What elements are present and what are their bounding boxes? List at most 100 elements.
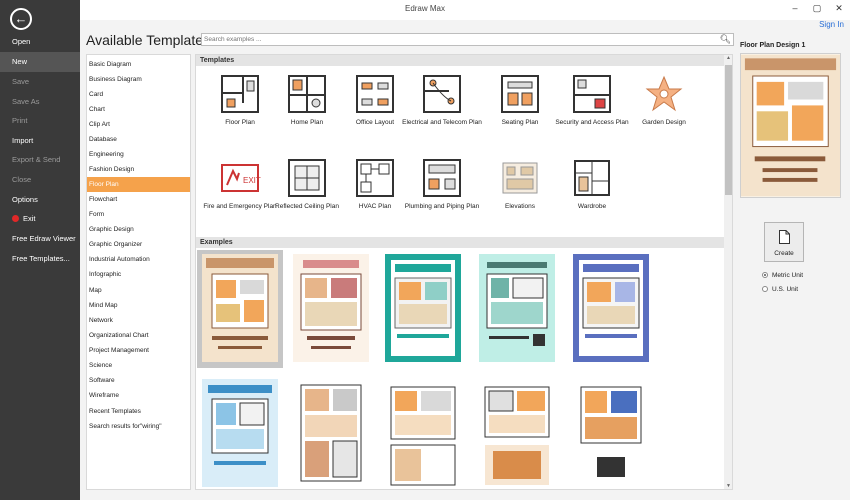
category-item[interactable]: Engineering — [87, 147, 190, 162]
sidebar-item-options[interactable]: Options — [0, 190, 80, 210]
floor-plan-example-image — [573, 254, 649, 362]
seating-plan-icon — [501, 75, 539, 113]
scrollbar-thumb[interactable] — [725, 65, 732, 195]
category-item[interactable]: Recent Templates — [87, 404, 190, 419]
example-thumbnail[interactable] — [474, 250, 560, 368]
sidebar-item-save-as[interactable]: Save As — [0, 92, 80, 112]
minimize-button[interactable]: – — [784, 0, 806, 20]
template-label: Wardrobe — [577, 203, 607, 210]
window-title: Edraw Max — [404, 4, 445, 13]
category-item[interactable]: Project Management — [87, 343, 190, 358]
category-item[interactable]: Infographic — [87, 267, 190, 282]
preview-image — [741, 54, 840, 197]
security-plan-icon — [573, 75, 611, 113]
sign-in-link[interactable]: Sign In — [819, 20, 844, 29]
search-icon[interactable]: 🔍︎ — [720, 34, 731, 45]
floor-plan-example-image — [385, 379, 461, 487]
category-item[interactable]: Search results for"wiring" — [87, 419, 190, 434]
scroll-down-icon[interactable]: ▼ — [724, 483, 732, 489]
category-item[interactable]: Clip Art — [87, 117, 190, 132]
preview-title: Floor Plan Design 1 — [740, 42, 806, 49]
search-input[interactable] — [204, 34, 719, 45]
radio-unselected-icon — [762, 286, 768, 292]
create-label: Create — [774, 250, 794, 257]
edraw-max-window: Edraw Max – ▢ ✕ Sign In ← Open New Save … — [0, 0, 850, 500]
example-thumbnail[interactable] — [288, 375, 374, 489]
plumbing-plan-icon — [423, 159, 461, 197]
category-item[interactable]: Graphic Organizer — [87, 237, 190, 252]
metric-unit-radio[interactable]: Metric Unit — [762, 272, 803, 279]
exit-label: Exit — [23, 214, 36, 223]
sidebar-item-free-templates[interactable]: Free Templates... — [0, 249, 80, 269]
scroll-up-icon[interactable]: ▲ — [724, 55, 732, 61]
template-plumbing-piping[interactable]: Plumbing and Piping Plan — [398, 153, 486, 231]
fire-exit-icon: EXIT — [221, 164, 261, 192]
garden-design-icon — [645, 75, 683, 112]
category-item[interactable]: Fashion Design — [87, 162, 190, 177]
floor-plan-example-image — [479, 379, 555, 487]
sidebar-item-close[interactable]: Close — [0, 170, 80, 190]
templates-section-header: Templates — [196, 55, 724, 66]
ceiling-plan-icon — [288, 159, 326, 197]
example-thumbnail[interactable] — [380, 250, 466, 368]
category-item[interactable]: Flowchart — [87, 192, 190, 207]
template-gallery: Templates Floor Plan Home Plan Office La… — [195, 54, 733, 490]
category-list: Basic Diagram Business Diagram Card Char… — [86, 54, 191, 490]
gallery-scrollbar[interactable]: ▲ ▼ — [724, 55, 732, 489]
category-item[interactable]: Software — [87, 373, 190, 388]
examples-section-header: Examples — [196, 237, 724, 248]
sidebar-item-import[interactable]: Import — [0, 131, 80, 151]
floor-plan-example-image — [202, 254, 278, 362]
category-item[interactable]: Graphic Design — [87, 222, 190, 237]
search-box[interactable]: 🔍︎ — [201, 33, 734, 46]
category-item[interactable]: Form — [87, 207, 190, 222]
example-thumbnail[interactable] — [288, 250, 374, 368]
category-item[interactable]: Wireframe — [87, 388, 190, 403]
sidebar-item-exit[interactable]: Exit — [0, 209, 80, 229]
template-label: Plumbing and Piping Plan — [404, 203, 480, 210]
floor-plan-example-image — [573, 379, 649, 487]
category-item[interactable]: Card — [87, 87, 190, 102]
sidebar-item-print[interactable]: Print — [0, 111, 80, 131]
category-item[interactable]: Mind Map — [87, 298, 190, 313]
template-electrical-telecom[interactable]: Electrical and Telecom Plan — [398, 69, 486, 147]
create-button[interactable]: Create — [764, 222, 804, 262]
new-document-icon — [779, 230, 790, 244]
file-menu-sidebar: ← Open New Save Save As Print Import Exp… — [0, 0, 80, 500]
category-item[interactable]: Organizational Chart — [87, 328, 190, 343]
sidebar-item-save[interactable]: Save — [0, 72, 80, 92]
template-label: Electrical and Telecom Plan — [402, 119, 482, 126]
category-item[interactable]: Chart — [87, 102, 190, 117]
sidebar-item-new[interactable]: New — [0, 52, 80, 72]
radio-label: Metric Unit — [772, 272, 804, 279]
elevations-icon — [502, 162, 538, 194]
example-thumbnail[interactable] — [568, 250, 654, 368]
example-thumbnail[interactable] — [197, 375, 283, 489]
example-thumbnail[interactable] — [474, 375, 560, 489]
sidebar-item-open[interactable]: Open — [0, 32, 80, 52]
category-item[interactable]: Network — [87, 313, 190, 328]
category-item[interactable]: Database — [87, 132, 190, 147]
category-item[interactable]: Business Diagram — [87, 72, 190, 87]
category-item[interactable]: Basic Diagram — [87, 57, 190, 72]
us-unit-radio[interactable]: U.S. Unit — [762, 286, 798, 293]
category-item[interactable]: Map — [87, 283, 190, 298]
template-label: Garden Design — [642, 119, 686, 126]
category-item[interactable]: Industrial Automation — [87, 252, 190, 267]
sidebar-item-free-viewer[interactable]: Free Edraw Viewer — [0, 229, 80, 249]
template-garden-design[interactable]: Garden Design — [620, 69, 708, 147]
example-thumbnail[interactable] — [568, 375, 654, 489]
electrical-plan-icon — [423, 75, 461, 113]
example-thumbnail[interactable] — [380, 375, 466, 489]
category-item-floor-plan[interactable]: Floor Plan — [87, 177, 190, 192]
template-wardrobe[interactable]: Wardrobe — [548, 153, 636, 231]
back-arrow-icon[interactable]: ← — [10, 8, 32, 30]
example-thumbnail[interactable] — [197, 250, 283, 368]
category-item[interactable]: Science — [87, 358, 190, 373]
wardrobe-icon — [574, 160, 610, 196]
restore-button[interactable]: ▢ — [806, 0, 828, 20]
title-bar: Edraw Max – ▢ ✕ — [0, 0, 850, 20]
hvac-plan-icon — [356, 159, 394, 197]
sidebar-item-export-send[interactable]: Export & Send — [0, 150, 80, 170]
close-button[interactable]: ✕ — [828, 0, 850, 20]
